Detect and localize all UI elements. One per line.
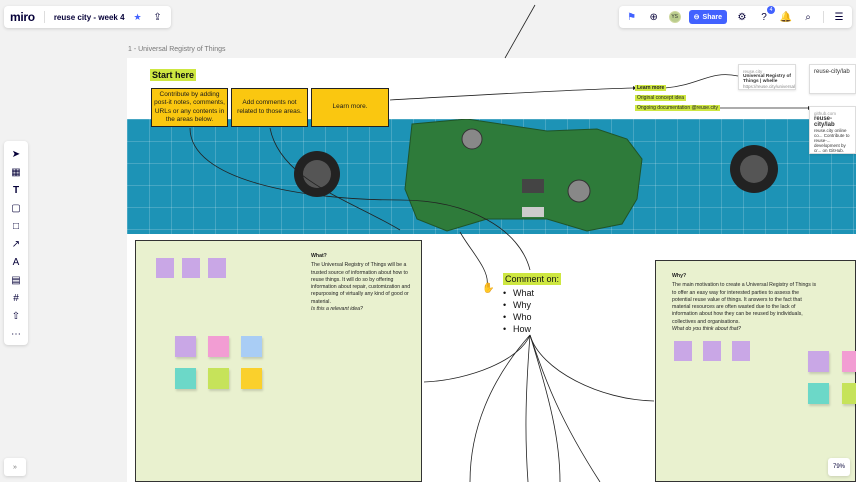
card-title: reuse-city/lab [814, 116, 835, 128]
mini-sticky[interactable] [156, 258, 174, 278]
comment-item-how: How [503, 323, 561, 335]
mini-sticky[interactable] [208, 258, 226, 278]
board-title[interactable]: reuse city - week 4 [54, 13, 125, 22]
pen-tool-icon[interactable]: A [8, 255, 24, 269]
link-card-github[interactable]: github.com reuse-city/lab reuse.city onl… [809, 106, 856, 154]
activity-icon[interactable]: ? 4 [757, 6, 775, 24]
divider [823, 11, 824, 23]
notification-badge: 4 [767, 6, 775, 14]
zoom-level[interactable]: 79% [828, 458, 850, 476]
sticky-note-purple[interactable] [808, 351, 829, 372]
sticky-note-pink[interactable] [842, 351, 856, 372]
divider [43, 11, 45, 23]
what-panel-text: What? The Universal Registry of Things w… [311, 253, 415, 313]
sticky-note-teal[interactable] [175, 368, 196, 389]
bell-icon[interactable]: 🔔 [779, 10, 793, 24]
comment-item-what: What [503, 287, 561, 299]
card-title: Universal Registry of Things | whelle [743, 74, 791, 84]
what-body: The Universal Registry of Things will be… [311, 262, 411, 305]
mini-sticky[interactable] [674, 341, 692, 361]
learn-more-tag[interactable]: Learn more [635, 85, 667, 91]
sticky-note-lime[interactable] [842, 383, 856, 404]
upload-icon[interactable]: ⇧ [8, 309, 24, 323]
expand-panel-icon[interactable]: » [4, 458, 26, 476]
share-icon: ⊖ [693, 14, 700, 21]
share-button[interactable]: ⊖ Share [688, 10, 727, 24]
miro-logo[interactable]: miro [10, 10, 35, 24]
sticky-note-teal[interactable] [808, 383, 829, 404]
sticky-note-pink[interactable] [208, 336, 229, 357]
mini-sticky[interactable] [182, 258, 200, 278]
why-body: The main motivation to create a Universa… [672, 282, 817, 325]
star-icon[interactable]: ★ [134, 12, 142, 23]
intro-sticky-learn-more[interactable]: Learn more. [311, 88, 389, 127]
original-concept-link[interactable]: Original concept idea [635, 95, 686, 101]
connection-line-icon[interactable]: ↗ [8, 237, 24, 251]
sticky-note-purple[interactable] [175, 336, 196, 357]
link-card-lab-top[interactable]: reuse-city/lab [809, 64, 856, 94]
frame-tool-icon[interactable]: # [8, 291, 24, 305]
avatar[interactable]: YS [668, 11, 681, 23]
board-actions: ⚑ ⊕ YS ⊖ Share ⚙ ? 4 🔔 ⌕ ☰ [618, 6, 852, 28]
intro-sticky-contribute[interactable]: Contribute by adding post-it notes, comm… [151, 88, 228, 127]
mini-sticky[interactable] [703, 341, 721, 361]
comment-title: Comment on: [503, 273, 562, 285]
board-header: miro reuse city - week 4 ★ ⇪ [4, 6, 171, 28]
reactions-icon[interactable]: ⚑ [625, 10, 639, 24]
intro-sticky-comments[interactable]: Add comments not related to those areas. [231, 88, 308, 127]
what-heading: What? [311, 253, 327, 259]
settings-sliders-icon[interactable]: ⚙ [735, 10, 749, 24]
add-collaborator-icon[interactable]: ⊕ [647, 10, 661, 24]
shape-tool-icon[interactable]: □ [8, 219, 24, 233]
comment-tool-icon[interactable]: ▤ [8, 273, 24, 287]
card-url: https://reuse.city/universal [743, 84, 796, 89]
card-title: reuse-city/lab [814, 69, 850, 75]
link-card-registry[interactable]: reuse.city Universal Registry of Things … [738, 64, 796, 90]
sticky-note-lime[interactable] [208, 368, 229, 389]
select-cursor-icon[interactable]: ➤ [8, 147, 24, 161]
more-apps-icon[interactable]: ⋯ [8, 327, 24, 341]
comment-list: What Why Who How [503, 287, 561, 335]
text-tool-icon[interactable]: T [8, 183, 24, 197]
templates-icon[interactable]: ▦ [8, 165, 24, 179]
sticky-note-blue[interactable] [241, 336, 262, 357]
sticky-note-tool-icon[interactable]: ▢ [8, 201, 24, 215]
hand-cursor-icon: ✋ [482, 283, 495, 294]
export-icon[interactable]: ⇪ [151, 10, 165, 24]
share-label: Share [702, 13, 722, 21]
why-question: What do you think about that? [672, 325, 741, 332]
tools-toolbar: ➤ ▦ T ▢ □ ↗ A ▤ # ⇧ ⋯ [4, 141, 28, 345]
search-icon[interactable]: ⌕ [801, 10, 815, 24]
what-question: Is this a relevant idea? [311, 305, 363, 312]
card-description: reuse.city online co... Contribute to re… [814, 128, 850, 153]
ongoing-doc-link[interactable]: Ongoing documentation @reuse.city [635, 105, 720, 111]
mini-sticky[interactable] [732, 341, 750, 361]
sticky-note-yellow[interactable] [241, 368, 262, 389]
comment-item-who: Who [503, 311, 561, 323]
comment-item-why: Why [503, 299, 561, 311]
board-menu-icon[interactable]: ☰ [832, 10, 846, 24]
start-here-label[interactable]: Start here [150, 69, 197, 81]
why-panel-text: Why? The main motivation to create a Uni… [672, 273, 817, 333]
comment-on-block[interactable]: Comment on: What Why Who How [503, 273, 562, 335]
why-heading: Why? [672, 273, 687, 279]
